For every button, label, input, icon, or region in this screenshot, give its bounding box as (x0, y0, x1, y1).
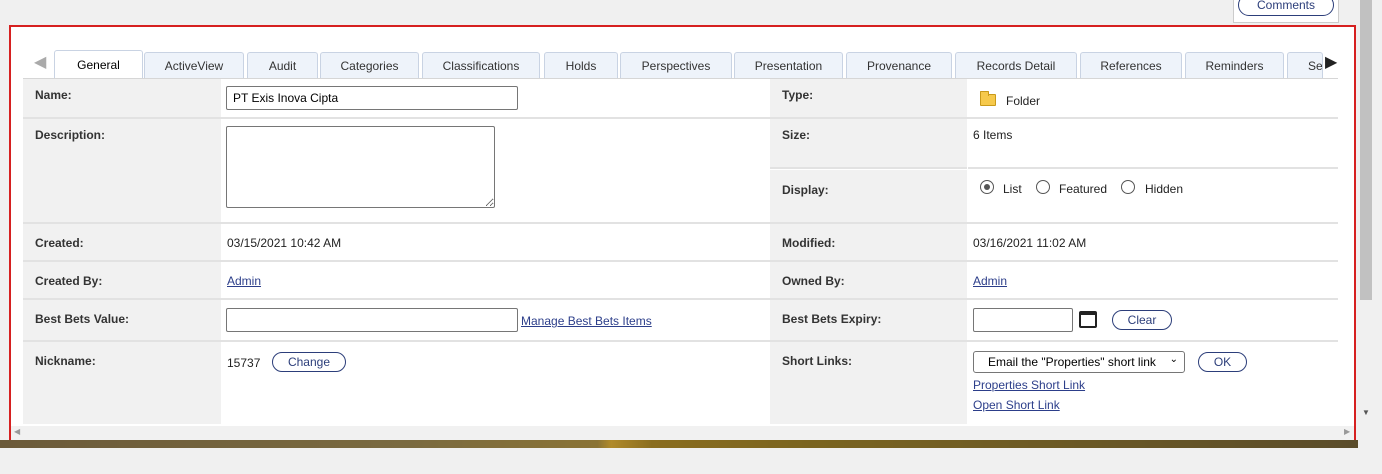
size-value: 6 Items (968, 119, 1338, 169)
horizontal-scrollbar[interactable]: ◀ ▶ (11, 426, 1354, 440)
best-bets-value-cell: Manage Best Bets Items (222, 300, 770, 340)
owned-by-link[interactable]: Admin (973, 274, 1007, 288)
created-by-cell: Admin (222, 262, 770, 298)
size-label: Size: (770, 119, 967, 169)
change-nickname-button[interactable]: Change (272, 352, 346, 372)
display-radio-list[interactable] (980, 180, 994, 194)
description-textarea[interactable] (226, 126, 495, 208)
row-nickname: Nickname: 15737 Change Short Links: Emai… (23, 342, 1338, 424)
row-description: Description: Size: Display: 6 Items List… (23, 119, 1338, 222)
nickname-value: 15737 (227, 356, 261, 370)
name-cell (222, 79, 770, 117)
tab-bar: ◀ General ActiveView Audit Categories Cl… (11, 49, 1354, 79)
name-input[interactable] (226, 86, 518, 110)
tab-general[interactable]: General (54, 50, 143, 79)
chevron-down-icon: ⌄ (1169, 354, 1178, 365)
properties-grid: Name: Type: Folder Description: Size: Di… (23, 78, 1338, 424)
best-bets-expiry-cell: Clear (968, 300, 1338, 340)
description-label: Description: (23, 119, 221, 222)
properties-short-link[interactable]: Properties Short Link (973, 378, 1085, 392)
tab-records-detail[interactable]: Records Detail (955, 52, 1077, 78)
row-created: Created: 03/15/2021 10:42 AM Modified: 0… (23, 224, 1338, 262)
display-options: List Featured Hidden (968, 170, 1338, 222)
modified-value: 03/16/2021 11:02 AM (968, 224, 1338, 260)
ok-button[interactable]: OK (1198, 352, 1247, 372)
row-name-type: Name: Type: Folder (23, 79, 1338, 119)
display-option-hidden-label: Hidden (1145, 182, 1184, 196)
nickname-cell: 15737 Change (222, 342, 770, 424)
short-links-label: Short Links: (770, 342, 967, 424)
display-option-list-label: List (1003, 182, 1022, 196)
short-links-cell: Email the "Properties" short link ⌄ OK P… (968, 342, 1338, 424)
properties-panel: ◀ General ActiveView Audit Categories Cl… (9, 25, 1356, 447)
display-option-featured-label: Featured (1059, 182, 1108, 196)
best-bets-value-label: Best Bets Value: (23, 300, 221, 340)
tab-perspectives[interactable]: Perspectives (620, 52, 732, 78)
display-radio-hidden[interactable] (1121, 180, 1135, 194)
owned-by-label: Owned By: (770, 262, 967, 298)
created-by-link[interactable]: Admin (227, 274, 261, 288)
tab-classifications[interactable]: Classifications (422, 52, 540, 78)
best-bets-expiry-label: Best Bets Expiry: (770, 300, 967, 340)
tab-security[interactable]: Se (1287, 52, 1323, 78)
type-cell: Folder (968, 79, 1338, 117)
short-links-selected: Email the "Properties" short link (988, 355, 1156, 369)
created-by-label: Created By: (23, 262, 221, 298)
size-display-values: 6 Items List Featured Hidden (968, 119, 1338, 222)
background-strip (0, 440, 1358, 448)
created-value: 03/15/2021 10:42 AM (222, 224, 770, 260)
tab-categories[interactable]: Categories (320, 52, 419, 78)
type-label: Type: (770, 79, 967, 117)
folder-icon (980, 91, 996, 106)
row-best-bets: Best Bets Value: Manage Best Bets Items … (23, 300, 1338, 342)
modified-label: Modified: (770, 224, 967, 260)
name-label: Name: (23, 79, 221, 117)
open-short-link[interactable]: Open Short Link (973, 398, 1060, 412)
owned-by-cell: Admin (968, 262, 1338, 298)
tab-presentation[interactable]: Presentation (734, 52, 843, 78)
row-created-by: Created By: Admin Owned By: Admin (23, 262, 1338, 300)
type-value: Folder (1006, 94, 1041, 108)
scroll-down-arrow-icon[interactable]: ▼ (1362, 408, 1370, 417)
best-bets-expiry-input[interactable] (973, 308, 1073, 332)
scroll-right-arrow-icon[interactable]: ▶ (1344, 427, 1350, 436)
display-label: Display: (770, 170, 967, 222)
scroll-left-arrow-icon[interactable]: ◀ (14, 427, 20, 436)
arrow-right-icon[interactable]: ▶ (1325, 54, 1337, 72)
short-links-select[interactable]: Email the "Properties" short link ⌄ (973, 351, 1185, 373)
tab-audit[interactable]: Audit (247, 52, 318, 78)
tab-holds[interactable]: Holds (544, 52, 618, 78)
calendar-icon[interactable] (1079, 311, 1097, 328)
comments-button[interactable]: Comments (1238, 0, 1334, 16)
nickname-label: Nickname: (23, 342, 221, 424)
clear-button[interactable]: Clear (1112, 310, 1172, 330)
display-radio-featured[interactable] (1036, 180, 1050, 194)
created-label: Created: (23, 224, 221, 260)
page-vertical-scrollbar[interactable]: ▼ (1358, 0, 1374, 424)
best-bets-value-input[interactable] (226, 308, 518, 332)
tab-references[interactable]: References (1080, 52, 1182, 78)
tab-reminders[interactable]: Reminders (1185, 52, 1284, 78)
scrollbar-thumb[interactable] (1360, 0, 1372, 300)
size-display-labels: Size: Display: (770, 119, 967, 222)
description-cell (222, 119, 770, 222)
tab-activeview[interactable]: ActiveView (144, 52, 244, 78)
arrow-left-icon[interactable]: ◀ (34, 54, 46, 72)
manage-best-bets-link[interactable]: Manage Best Bets Items (521, 314, 652, 328)
tab-provenance[interactable]: Provenance (846, 52, 952, 78)
